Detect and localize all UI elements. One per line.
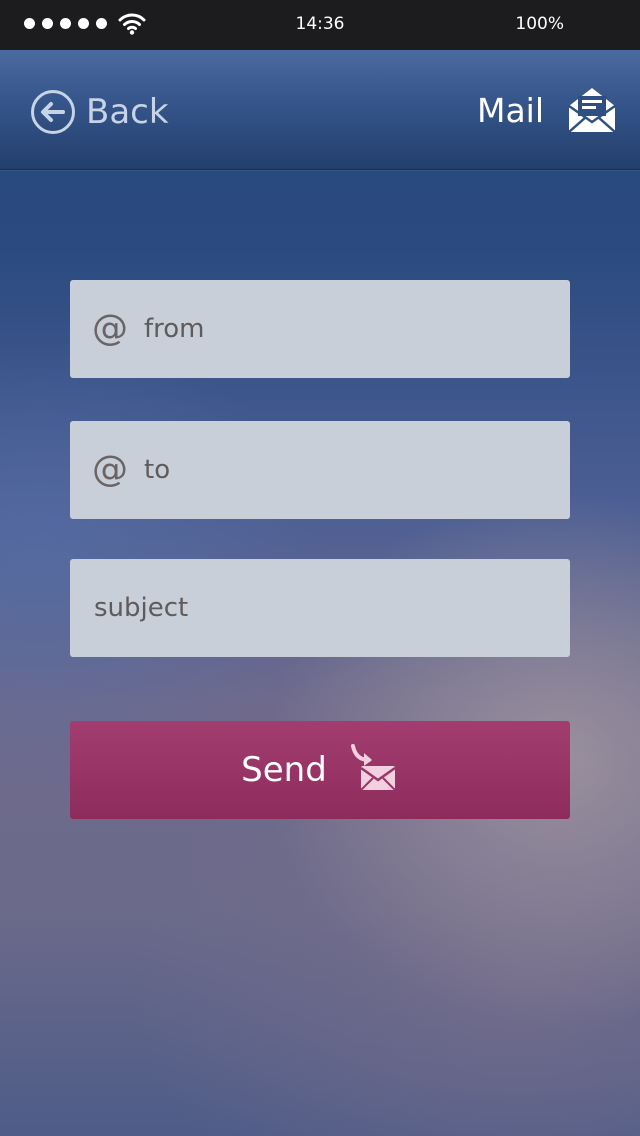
subject-field[interactable] — [70, 559, 570, 657]
to-input[interactable] — [144, 440, 570, 500]
status-battery: 100% — [515, 14, 564, 34]
open-envelope-icon — [568, 88, 616, 133]
status-bar: 14:36 100% — [0, 0, 640, 50]
back-label: Back — [86, 92, 169, 132]
back-arrow-circle-icon — [31, 90, 75, 134]
from-field[interactable]: @ — [70, 280, 570, 378]
send-button[interactable]: Send — [70, 721, 570, 819]
at-icon: @ — [92, 449, 128, 490]
at-icon: @ — [92, 308, 128, 349]
to-field[interactable]: @ — [70, 421, 570, 519]
nav-bar: Back Mail — [0, 50, 640, 170]
send-label: Send — [241, 750, 327, 790]
back-button[interactable]: Back — [30, 88, 169, 136]
send-envelope-icon — [350, 744, 396, 791]
subject-input[interactable] — [94, 578, 570, 638]
nav-title: Mail — [476, 91, 544, 130]
from-input[interactable] — [144, 299, 570, 359]
